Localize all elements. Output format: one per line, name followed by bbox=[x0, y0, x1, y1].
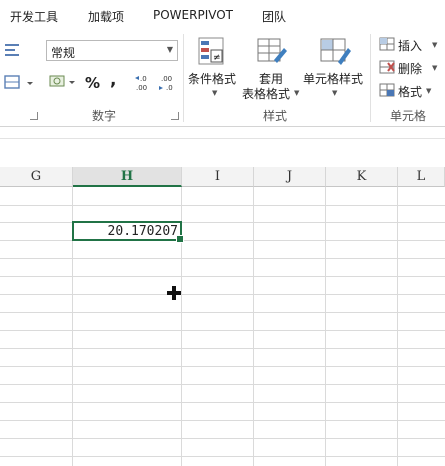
decrease-decimal-icon[interactable]: .00 .0 bbox=[158, 74, 178, 92]
grid-line bbox=[0, 240, 445, 241]
cell-styles-button[interactable]: 单元格样式 bbox=[303, 70, 363, 87]
format-button[interactable]: 格式 bbox=[398, 83, 422, 100]
worksheet-grid[interactable]: G H I J K L 20.170207 bbox=[0, 167, 445, 466]
grid-line bbox=[0, 384, 445, 385]
grid-line bbox=[0, 222, 445, 223]
alignment-launcher-icon[interactable] bbox=[30, 112, 38, 120]
comma-style-button[interactable]: , bbox=[110, 70, 116, 90]
grid-line bbox=[0, 438, 445, 439]
conditional-formatting-button[interactable]: 条件格式 bbox=[188, 70, 236, 87]
delete-cells-icon[interactable] bbox=[378, 59, 398, 75]
column-header-h[interactable]: H bbox=[73, 167, 182, 187]
svg-text:≠: ≠ bbox=[213, 53, 221, 63]
grid-line bbox=[0, 348, 445, 349]
tab-powerpivot[interactable]: POWERPIVOT bbox=[153, 8, 233, 22]
format-as-table-icon[interactable] bbox=[256, 36, 288, 68]
chevron-down-icon: ▼ bbox=[212, 89, 218, 97]
grid-line bbox=[0, 366, 445, 367]
chevron-down-icon: ▼ bbox=[294, 89, 300, 97]
grid-line bbox=[0, 294, 445, 295]
grid-line bbox=[0, 330, 445, 331]
grid-line bbox=[397, 187, 398, 466]
format-as-table-button[interactable]: 表格格式 bbox=[242, 85, 290, 102]
grid-line bbox=[0, 276, 445, 277]
column-header-i[interactable]: I bbox=[182, 167, 254, 187]
grid-line bbox=[0, 258, 445, 259]
align-icon[interactable] bbox=[4, 42, 22, 60]
accounting-format-icon[interactable] bbox=[48, 73, 78, 91]
formula-divider bbox=[0, 138, 445, 139]
column-header-l[interactable]: L bbox=[398, 167, 445, 187]
ribbon-tab-bar: 开发工具 加载项 POWERPIVOT 团队 bbox=[0, 0, 445, 30]
number-launcher-icon[interactable] bbox=[171, 112, 179, 120]
grid-line bbox=[325, 187, 326, 466]
svg-text:.0: .0 bbox=[140, 75, 147, 83]
styles-group-label: 样式 bbox=[263, 109, 288, 123]
column-header-k[interactable]: K bbox=[326, 167, 398, 187]
grid-line bbox=[0, 312, 445, 313]
format-cells-icon[interactable] bbox=[378, 82, 398, 98]
chevron-down-icon: ▼ bbox=[332, 89, 338, 97]
number-group-label: 数字 bbox=[92, 109, 117, 123]
column-header-j[interactable]: J bbox=[254, 167, 326, 187]
cells-group-label: 单元格 bbox=[390, 109, 427, 123]
tab-developer[interactable]: 开发工具 bbox=[10, 8, 58, 25]
conditional-formatting-icon[interactable]: ≠ bbox=[197, 36, 227, 68]
tab-addins[interactable]: 加载项 bbox=[88, 8, 124, 25]
svg-text:.0: .0 bbox=[166, 84, 173, 92]
delete-button[interactable]: 删除 bbox=[398, 60, 422, 77]
number-format-value: 常规 bbox=[51, 46, 76, 60]
chevron-down-icon: ▼ bbox=[432, 64, 438, 72]
chevron-down-icon: ▼ bbox=[432, 41, 438, 49]
cell-cursor-icon bbox=[167, 286, 181, 300]
grid-line bbox=[253, 187, 254, 466]
grid-line bbox=[0, 420, 445, 421]
grid-line bbox=[0, 456, 445, 457]
group-separator bbox=[370, 34, 371, 122]
grid-line bbox=[0, 402, 445, 403]
tab-team[interactable]: 团队 bbox=[262, 8, 286, 25]
increase-decimal-icon[interactable]: .0 .00 bbox=[134, 74, 154, 92]
chevron-down-icon: ▼ bbox=[426, 87, 432, 95]
chevron-down-icon: ▼ bbox=[166, 45, 173, 54]
insert-cells-icon[interactable] bbox=[378, 36, 398, 52]
merge-cells-icon[interactable] bbox=[4, 74, 34, 92]
fill-handle[interactable] bbox=[176, 235, 184, 243]
group-separator bbox=[183, 34, 184, 122]
svg-text:.00: .00 bbox=[136, 84, 147, 92]
cell-styles-icon[interactable] bbox=[318, 36, 352, 68]
insert-button[interactable]: 插入 bbox=[398, 37, 422, 54]
column-header-g[interactable]: G bbox=[0, 167, 73, 187]
svg-text:.00: .00 bbox=[161, 75, 172, 83]
percent-style-button[interactable]: % bbox=[85, 74, 100, 92]
grid-line bbox=[0, 205, 445, 206]
active-cell[interactable]: 20.170207 bbox=[72, 221, 184, 243]
ribbon: 常规 ▼ % , .0 .00 .00 .0 数字 ≠ 条件格式 ▼ 套用 表格… bbox=[0, 30, 445, 127]
number-format-dropdown[interactable]: 常规 ▼ bbox=[46, 40, 178, 61]
active-cell-value: 20.170207 bbox=[107, 224, 178, 239]
formula-bar-area bbox=[0, 127, 445, 167]
